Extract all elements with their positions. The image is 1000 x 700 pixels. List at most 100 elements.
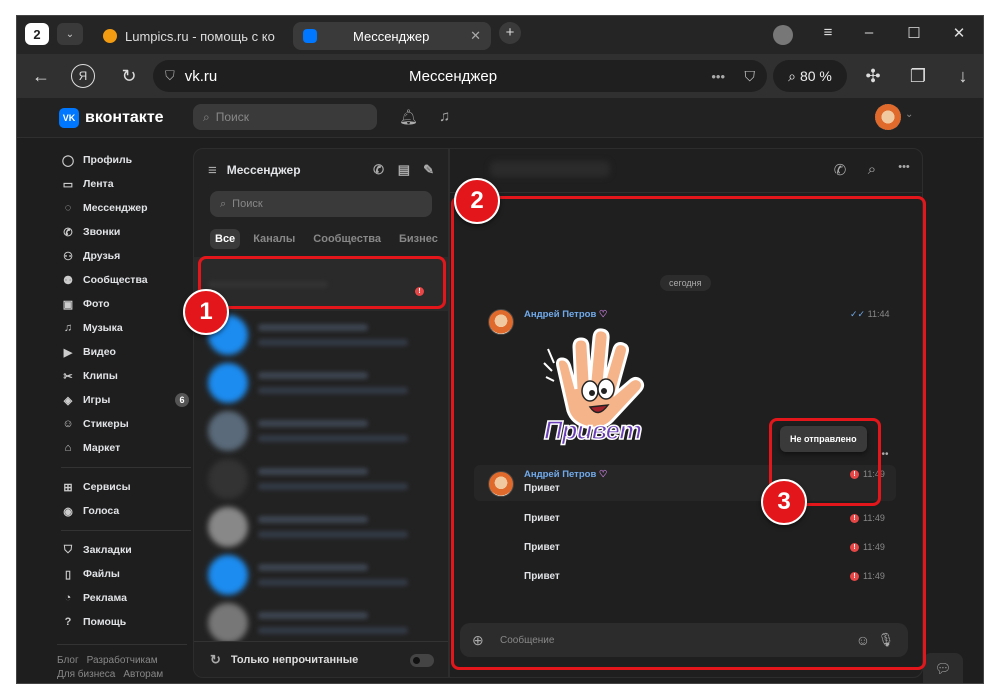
hamburger-icon[interactable]: ≡ bbox=[208, 162, 217, 179]
footer-link-business[interactable]: Для бизнеса bbox=[57, 669, 115, 680]
sidebar-item-friends[interactable]: ⚇ Друзья bbox=[61, 244, 191, 268]
maximize-icon[interactable]: ☐ bbox=[900, 24, 928, 42]
extensions-icon[interactable]: ✣ bbox=[859, 62, 887, 90]
chevron-down-icon[interactable]: ⌄ bbox=[905, 109, 913, 120]
search-icon: ⌕ bbox=[203, 109, 210, 124]
sidebar-item-market[interactable]: ⌂ Маркет bbox=[61, 436, 191, 460]
yandex-icon[interactable]: Я bbox=[71, 64, 95, 88]
sidebar-item-ads[interactable]: ◔ Реклама bbox=[61, 586, 191, 610]
new-tab-button[interactable]: + bbox=[499, 22, 521, 44]
error-icon: ! bbox=[415, 287, 424, 296]
sidebar-item-phone[interactable]: ✆ Звонки bbox=[61, 220, 191, 244]
avatar bbox=[208, 411, 248, 451]
blurred-preview bbox=[258, 372, 408, 394]
phone-icon: ✆ bbox=[63, 226, 73, 239]
tab-communities[interactable]: Сообщества bbox=[308, 229, 386, 249]
sidebar-item-messenger[interactable]: ◌ Мессенджер bbox=[61, 196, 191, 220]
chat-search-placeholder: Поиск bbox=[232, 198, 263, 210]
message-input[interactable]: ⊕ Сообщение ☺ 🎙︎ bbox=[460, 623, 908, 657]
sidebar-item-votes[interactable]: ◉ Голоса bbox=[61, 499, 191, 523]
sidebar-item-clips[interactable]: ✂ Клипы bbox=[61, 364, 191, 388]
error-icon[interactable]: ! bbox=[850, 514, 859, 524]
collections-icon[interactable]: ❐ bbox=[904, 62, 932, 90]
archive-icon[interactable]: ▤ bbox=[398, 162, 410, 178]
avatar[interactable] bbox=[488, 309, 514, 335]
tab-business[interactable]: Бизнес bbox=[394, 229, 443, 249]
sticker[interactable]: Привет bbox=[540, 319, 650, 449]
sidebar-item-services[interactable]: ⊞ Сервисы bbox=[61, 475, 191, 499]
error-icon[interactable]: ! bbox=[850, 543, 859, 553]
minimize-icon[interactable]: – bbox=[855, 24, 883, 41]
chat-search-input[interactable]: ⌕ Поиск bbox=[210, 191, 432, 217]
sidebar-item-games[interactable]: ◈ Игры 6 bbox=[61, 388, 191, 412]
close-window-icon[interactable]: ✕ bbox=[945, 24, 973, 42]
tab-lumpics[interactable]: Lumpics.ru - помощь с ком bbox=[93, 22, 283, 50]
close-tab-icon[interactable]: ✕ bbox=[470, 28, 481, 44]
sidebar-item-profile[interactable]: ◯ Профиль bbox=[61, 148, 191, 172]
sidebar-item-stickers[interactable]: ☺ Стикеры bbox=[61, 412, 191, 436]
more-icon[interactable]: ••• bbox=[894, 161, 914, 173]
music-note-icon[interactable]: ♫ bbox=[439, 108, 450, 125]
avatar bbox=[208, 555, 248, 595]
call-icon[interactable]: ✆ bbox=[830, 161, 850, 179]
list-item[interactable] bbox=[194, 359, 448, 407]
sidebar-item-feed[interactable]: ▭ Лента bbox=[61, 172, 191, 196]
services-icon: ⊞ bbox=[63, 481, 73, 494]
downloads-icon[interactable]: ↓ bbox=[949, 62, 977, 90]
address-bar[interactable]: ⛉ vk.ru Мессенджер ••• ⛉ bbox=[153, 60, 767, 92]
back-icon[interactable]: ← bbox=[27, 62, 55, 90]
sidebar-item-photo[interactable]: ▣ Фото bbox=[61, 292, 191, 316]
attach-icon[interactable]: ⊕ bbox=[472, 632, 484, 649]
search-icon[interactable]: ⌕ bbox=[862, 161, 882, 178]
tab-channels[interactable]: Каналы bbox=[248, 229, 300, 249]
browser-navbar: ← Я ↻ ⛉ vk.ru Мессенджер ••• ⛉ ⌕ 80 % ✣ … bbox=[17, 54, 983, 98]
sidebar-item-music[interactable]: ♫ Музыка bbox=[61, 316, 191, 340]
list-item[interactable] bbox=[194, 503, 448, 551]
search-icon: ⌕ bbox=[220, 197, 227, 210]
tab-all[interactable]: Все bbox=[210, 229, 241, 249]
more-icon[interactable]: ••• bbox=[711, 69, 725, 84]
votes-icon: ◉ bbox=[63, 505, 73, 518]
compose-icon[interactable]: ✎ bbox=[423, 162, 434, 178]
footer-link-authors[interactable]: Авторам bbox=[123, 669, 163, 680]
zoom-indicator[interactable]: ⌕ 80 % bbox=[773, 60, 847, 92]
list-item[interactable] bbox=[194, 407, 448, 455]
microphone-icon[interactable]: 🎙︎ bbox=[877, 632, 894, 648]
list-item[interactable] bbox=[194, 551, 448, 599]
chat-item-selected[interactable]: ! bbox=[194, 257, 448, 311]
avatar[interactable] bbox=[488, 471, 514, 497]
vk-logo[interactable]: VK вконтакте bbox=[59, 108, 164, 128]
message-author[interactable]: Андрей Петров ♡ bbox=[524, 469, 607, 480]
list-item[interactable] bbox=[194, 455, 448, 503]
sidebar-item-video[interactable]: ▶ Видео bbox=[61, 340, 191, 364]
user-avatar[interactable] bbox=[875, 104, 901, 130]
blurred-preview bbox=[258, 420, 408, 442]
tab-count-button[interactable]: 2 bbox=[25, 23, 49, 45]
chat-header: ✆ ⌕ ••• bbox=[450, 149, 922, 193]
sidebar-item-label: Сообщества bbox=[83, 274, 148, 286]
sidebar-item-communities[interactable]: ⚉ Сообщества bbox=[61, 268, 191, 292]
vk-search-input[interactable]: ⌕ Поиск bbox=[193, 104, 377, 130]
chat-pane: ✆ ⌕ ••• сегодня Андрей Петров ♡ ✓✓ 11:44… bbox=[449, 148, 923, 678]
bookmark-icon[interactable]: ⛉ bbox=[745, 68, 756, 85]
menu-icon[interactable]: ≡ bbox=[814, 24, 842, 41]
error-icon[interactable]: ! bbox=[850, 470, 859, 480]
list-item[interactable] bbox=[194, 599, 448, 647]
footer-link-blog[interactable]: Блог bbox=[57, 655, 79, 666]
tab-messenger[interactable]: Мессенджер ✕ bbox=[293, 22, 491, 50]
new-call-icon[interactable]: ✆ bbox=[373, 162, 384, 178]
error-icon[interactable]: ! bbox=[850, 572, 859, 582]
tab-list-dropdown[interactable]: ⌄ bbox=[57, 23, 83, 45]
bell-icon[interactable]: 🔔︎ bbox=[399, 108, 418, 126]
list-item[interactable] bbox=[194, 311, 448, 359]
sidebar-item-files[interactable]: ▯ Файлы bbox=[61, 562, 191, 586]
emoji-icon[interactable]: ☺ bbox=[856, 632, 870, 648]
profile-avatar-icon[interactable] bbox=[773, 25, 793, 45]
reload-icon[interactable]: ↻ bbox=[115, 62, 143, 90]
chat-bubble-icon[interactable]: 💬︎ bbox=[923, 653, 963, 683]
only-unread-toggle[interactable] bbox=[410, 654, 434, 667]
sidebar-item-help[interactable]: ? Помощь bbox=[61, 610, 191, 634]
message-actions-icon[interactable]: ••• bbox=[878, 449, 889, 460]
sidebar-item-bookmarks[interactable]: ⛉ Закладки bbox=[61, 538, 191, 562]
footer-link-dev[interactable]: Разработчикам bbox=[87, 655, 158, 666]
